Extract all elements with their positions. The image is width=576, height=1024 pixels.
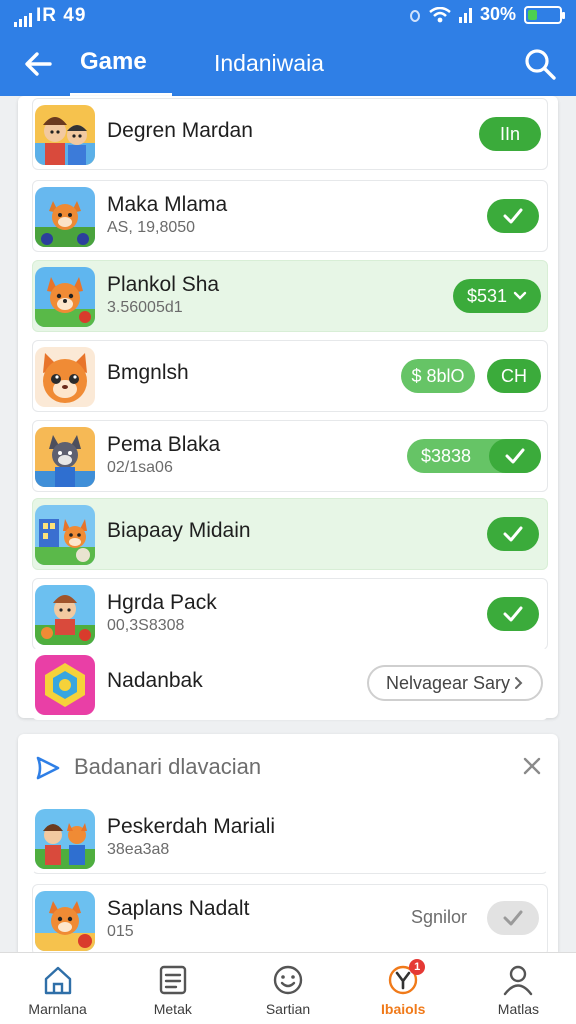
close-icon[interactable]	[518, 752, 546, 780]
game-row[interactable]: Degren Mardan IIn	[32, 98, 548, 170]
adventurer-icon	[35, 585, 95, 645]
get-button[interactable]: CH	[487, 359, 541, 393]
status-left-text: IR 49	[36, 5, 87, 26]
recommendation-name: Saplans Nadalt	[107, 897, 250, 920]
characters-icon	[35, 105, 95, 165]
tab-updates[interactable]: 1 Ibaiols	[346, 953, 461, 1024]
chevron-down-icon	[513, 291, 527, 300]
recommendation-status: Sgnilor	[411, 907, 468, 927]
recommendation-name: Peskerdah Mariali	[107, 815, 276, 838]
game-name: Degren Mardan	[107, 119, 253, 142]
game-row[interactable]: Plankol Sha 3.56005d1 $531	[32, 260, 548, 332]
game-row[interactable]: Hgrda Pack 00,3S8308	[32, 578, 548, 650]
installed-check-button[interactable]	[489, 439, 541, 473]
game-meta: 3.56005d1	[107, 299, 183, 316]
tab-label: Metak	[153, 1001, 192, 1017]
installed-check-button[interactable]	[487, 199, 539, 233]
game-row[interactable]: Bmgnlsh $ 8blO CH	[32, 340, 548, 412]
cell-signal-icon	[14, 11, 32, 27]
recommendation-row[interactable]: Saplans Nadalt 015 Sgnilor	[32, 884, 548, 956]
play-logo-icon	[36, 756, 60, 780]
recommendations-header: Badanari dlavacian	[18, 734, 558, 798]
fox-icon	[35, 267, 95, 327]
page-subtitle[interactable]: Indaniwaia	[214, 50, 324, 77]
list-icon	[159, 965, 186, 995]
recommendation-meta: 38ea3a8	[107, 841, 170, 858]
add-check-button[interactable]	[487, 901, 539, 935]
check-icon	[503, 208, 523, 224]
game-name: Pema Blaka	[107, 433, 221, 456]
recommendations-title: Badanari dlavacian	[74, 754, 262, 779]
tab-label: Sartian	[265, 1001, 311, 1017]
battery-percent: 30%	[479, 4, 516, 24]
game-meta: 02/1sa06	[107, 459, 173, 476]
game-list-panel: Degren Mardan IIn Maka Mlama AS, 19,8050…	[18, 96, 558, 720]
nav-bar: Game Indaniwaia	[0, 32, 576, 96]
group-icon	[35, 809, 95, 869]
game-row[interactable]: Pema Blaka 02/1sa06 $3838	[32, 420, 548, 492]
check-icon	[503, 606, 523, 622]
status-bar: IR 49 30%	[0, 0, 576, 32]
tab-label: Ibaiols	[381, 1001, 426, 1017]
game-row[interactable]: Biapaay Midain	[32, 498, 548, 570]
recommendation-row[interactable]: Peskerdah Mariali 38ea3a8	[32, 802, 548, 874]
check-icon	[503, 910, 523, 926]
game-row[interactable]: Nadanbak Nelvagear Sary	[32, 648, 548, 720]
back-arrow-icon[interactable]	[20, 46, 56, 82]
signal-bars-icon	[458, 7, 472, 23]
wifi-icon	[429, 6, 451, 22]
alarm-icon	[409, 9, 420, 22]
game-meta: AS, 19,8050	[107, 219, 196, 236]
game-meta: 00,3S8308	[107, 617, 185, 634]
tab-label: Marnlana	[28, 1001, 87, 1017]
notification-badge: 1	[409, 959, 426, 975]
cat-face-icon	[35, 347, 95, 407]
open-button[interactable]: IIn	[479, 117, 541, 151]
installed-check-button[interactable]	[487, 597, 539, 631]
battery-icon	[524, 5, 565, 24]
buy-button[interactable]: $531	[453, 279, 541, 313]
navigate-button[interactable]: Nelvagear Sary	[367, 665, 543, 701]
tab-home[interactable]: Marnlana	[0, 953, 115, 1024]
bottom-nav: Marnlana Metak Sartian 1 Ibaiols Matlas	[0, 952, 576, 1024]
recommendations-panel: Badanari dlavacian Peskerdah Mariali 38e…	[18, 734, 558, 958]
fox-cannon-icon	[35, 891, 95, 951]
search-icon[interactable]	[522, 46, 558, 82]
recommendation-meta: 015	[107, 923, 134, 940]
game-name: Biapaay Midain	[107, 519, 251, 542]
wolf-icon	[35, 427, 95, 487]
home-icon	[44, 966, 71, 995]
fox-adventure-icon	[35, 187, 95, 247]
game-name: Hgrda Pack	[107, 591, 217, 614]
tab-list[interactable]: Metak	[115, 953, 230, 1024]
town-fox-icon	[35, 505, 95, 565]
game-row[interactable]: Maka Mlama AS, 19,8050	[32, 180, 548, 252]
tab-profile[interactable]: Matlas	[461, 953, 576, 1024]
page-title[interactable]: Game	[80, 48, 147, 76]
game-name: Plankol Sha	[107, 273, 220, 296]
check-icon	[503, 526, 523, 542]
tab-social[interactable]: Sartian	[230, 953, 345, 1024]
app-header: IR 49 30% Game Indaniwaia	[0, 0, 576, 96]
price-button[interactable]: $ 8blO	[401, 359, 475, 393]
smiley-icon	[273, 965, 303, 995]
game-name: Maka Mlama	[107, 193, 228, 216]
game-name: Nadanbak	[107, 669, 203, 692]
installed-check-button[interactable]	[487, 517, 539, 551]
chevron-right-icon	[515, 677, 523, 689]
game-name: Bmgnlsh	[107, 361, 189, 384]
puzzle-icon	[35, 655, 95, 715]
tab-label: Matlas	[497, 1001, 540, 1017]
person-icon	[504, 965, 533, 996]
check-icon	[505, 448, 525, 464]
